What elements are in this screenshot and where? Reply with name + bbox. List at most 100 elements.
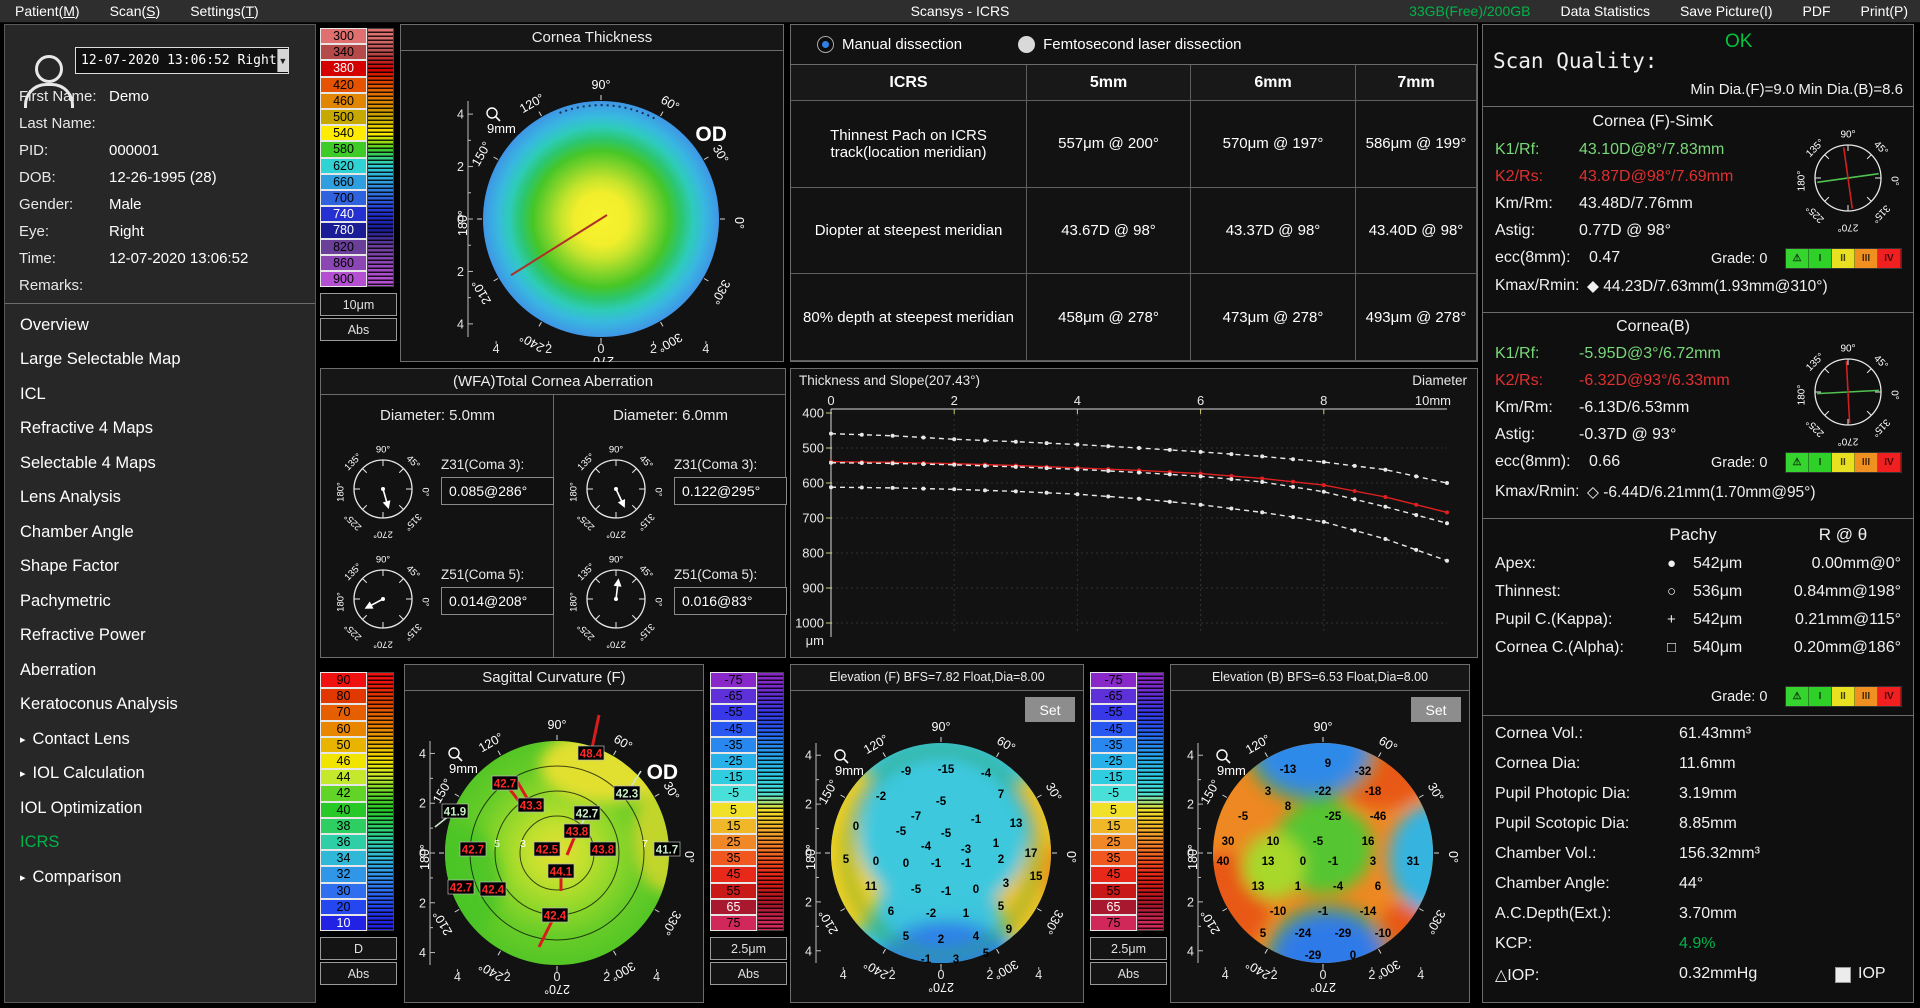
sidebar-item-pachymetric[interactable]: Pachymetric	[5, 584, 315, 619]
sidebar-item-icrs[interactable]: ICRS	[5, 826, 315, 861]
elevation-value: -5	[896, 826, 907, 838]
scale-value: 38	[320, 817, 367, 834]
menu-settings[interactable]: Settings(T)	[175, 3, 273, 19]
stat-label: Chamber Angle:	[1495, 875, 1610, 892]
svg-text:43.8: 43.8	[592, 845, 615, 857]
map-angle-label: 150°	[469, 139, 494, 168]
pachy-cross-icon: +	[1667, 611, 1676, 628]
r-theta-value: 0.20mm@186°	[1793, 639, 1901, 656]
warning-icon: ⚠	[1786, 453, 1809, 472]
iop-checkbox[interactable]	[1835, 967, 1851, 983]
sidebar-item-refractive-4-maps[interactable]: Refractive 4 Maps	[5, 412, 315, 447]
sidebar-item-lens-analysis[interactable]: Lens Analysis	[5, 481, 315, 516]
r-theta-value: 0.00mm@0°	[1811, 555, 1901, 572]
cornea-f-k2-label: K2/Rs:	[1495, 168, 1544, 185]
dial-angle-label: 90°	[376, 555, 391, 566]
pachy-value: 542μm	[1693, 611, 1743, 628]
scan-select-dropdown[interactable]: 12-07-2020 13:06:52 Right ▼	[75, 47, 289, 74]
scale-value: 820	[320, 238, 367, 255]
sidebar-item-shape-factor[interactable]: Shape Factor	[5, 550, 315, 585]
z51-value-5mm[interactable]: 0.014@208°	[441, 587, 554, 615]
pachy-value: 536μm	[1693, 583, 1743, 600]
scale-mode[interactable]: Abs	[710, 962, 787, 986]
scale-value: -5	[710, 785, 757, 802]
sidebar-item-refractive-power[interactable]: Refractive Power	[5, 619, 315, 654]
elevation-b-title: Elevation (B) BFS=6.53 Float,Dia=8.00	[1171, 665, 1469, 691]
scale-value: -45	[1090, 720, 1137, 737]
sidebar-item-large-selectable-map[interactable]: Large Selectable Map	[5, 343, 315, 378]
scale-value: 65	[1090, 898, 1137, 915]
svg-text:42.3: 42.3	[616, 789, 638, 801]
sidebar-item-contact-lens[interactable]: ▸ Contact Lens	[5, 722, 315, 757]
sidebar-item-icl[interactable]: ICL	[5, 377, 315, 412]
menu-patient[interactable]: Patient(M)	[0, 3, 95, 19]
svg-text:42.4: 42.4	[544, 911, 567, 923]
menu-pdf[interactable]: PDF	[1803, 3, 1831, 19]
ring-diameter-label: 7	[642, 838, 648, 850]
elevation-value: -24	[1295, 928, 1312, 940]
svg-text:42.7: 42.7	[462, 845, 484, 857]
svg-text:4: 4	[1187, 944, 1194, 958]
manual-dissection-radio[interactable]	[817, 36, 834, 53]
sidebar-item-comparison[interactable]: ▸ Comparison	[5, 860, 315, 895]
cornea-f-ecc-label: ecc(8mm):	[1495, 249, 1571, 266]
scale-mode[interactable]: Abs	[1090, 962, 1167, 986]
elevation-value: 5	[1260, 928, 1267, 940]
pachy-row-label: Cornea C.(Alpha):	[1495, 639, 1624, 656]
scale-value: 46	[320, 753, 367, 770]
svg-text:41.9: 41.9	[444, 807, 466, 819]
z51-value-6mm[interactable]: 0.016@83°	[674, 587, 787, 615]
grade-segment: IV	[1878, 249, 1901, 268]
sidebar-item-overview[interactable]: Overview	[5, 308, 315, 343]
scale-value: 70	[320, 704, 367, 721]
sagittal-value-callout: 43.3	[517, 797, 545, 813]
wfa-diameter-5mm: Diameter: 5.0mm	[379, 407, 496, 424]
scale-unit: 2.5μm	[710, 937, 787, 961]
elevation-value: -2	[926, 908, 936, 920]
chevron-down-icon[interactable]: ▼	[276, 49, 288, 72]
map-angle-label: 60°	[994, 734, 1017, 756]
dial-angle-label: 270°	[373, 529, 393, 540]
dial-angle-label: 180°	[336, 482, 347, 502]
sagittal-value-callout: 42.4	[479, 881, 507, 897]
svg-text:2: 2	[1187, 895, 1194, 909]
stat-value: 4.9%	[1679, 935, 1716, 952]
sidebar-item-keratoconus-analysis[interactable]: Keratoconus Analysis	[5, 688, 315, 723]
menu-scan[interactable]: Scan(S)	[95, 3, 176, 19]
sidebar-item-iol-calculation[interactable]: ▸ IOL Calculation	[5, 757, 315, 792]
menu-print-p-[interactable]: Print(P)	[1861, 3, 1908, 19]
femtosecond-dissection-radio[interactable]	[1018, 36, 1036, 53]
svg-text:8: 8	[1320, 393, 1327, 408]
elevation-value: 8	[1285, 801, 1292, 813]
elevation-f-set-button[interactable]: Set	[1025, 697, 1075, 722]
dial-angle-label: 45°	[1871, 353, 1889, 371]
scale-unit: D	[320, 937, 397, 961]
menu-save-picture-i-[interactable]: Save Picture(I)	[1680, 3, 1773, 19]
elevation-value: 7	[998, 789, 1004, 801]
menu-data-statistics[interactable]: Data Statistics	[1560, 3, 1649, 19]
patient-info: First Name: Demo Last Name: PID: 000001 DOB: 1…	[5, 83, 315, 299]
cornea-b-k2-label: K2/Rs:	[1495, 372, 1544, 389]
elevation-b-set-button[interactable]: Set	[1411, 697, 1461, 722]
thickness-slope-panel: Thickness and Slope(207.43°) Diameter 40…	[790, 368, 1478, 658]
z31-value-6mm[interactable]: 0.122@295°	[674, 477, 787, 505]
cornea-b-astig-label: Astig:	[1495, 426, 1536, 443]
sidebar-item-chamber-angle[interactable]: Chamber Angle	[5, 515, 315, 550]
sidebar-item-iol-optimization[interactable]: IOL Optimization	[5, 791, 315, 826]
sidebar-item-selectable-4-maps[interactable]: Selectable 4 Maps	[5, 446, 315, 481]
sagittal-value-callout: 42.7	[573, 805, 601, 821]
scale-mode[interactable]: Abs	[320, 318, 397, 342]
map-angle-label: 60°	[611, 732, 634, 754]
elevation-value: -5	[1238, 811, 1249, 823]
map-angle-label: 120°	[517, 91, 546, 116]
elevation-value: -2	[876, 791, 886, 803]
scale-value: 540	[320, 125, 367, 142]
z31-value-5mm[interactable]: 0.085@286°	[441, 477, 554, 505]
dial-angle-label: 315°	[635, 621, 657, 643]
submenu-arrow-icon: ▸	[20, 871, 26, 884]
map-angle-label: 90°	[1314, 720, 1333, 734]
map-angle-label: 210°	[469, 277, 494, 306]
sidebar-item-aberration[interactable]: Aberration	[5, 653, 315, 688]
scale-mode[interactable]: Abs	[320, 962, 397, 986]
elevation-value: 0	[873, 856, 879, 868]
